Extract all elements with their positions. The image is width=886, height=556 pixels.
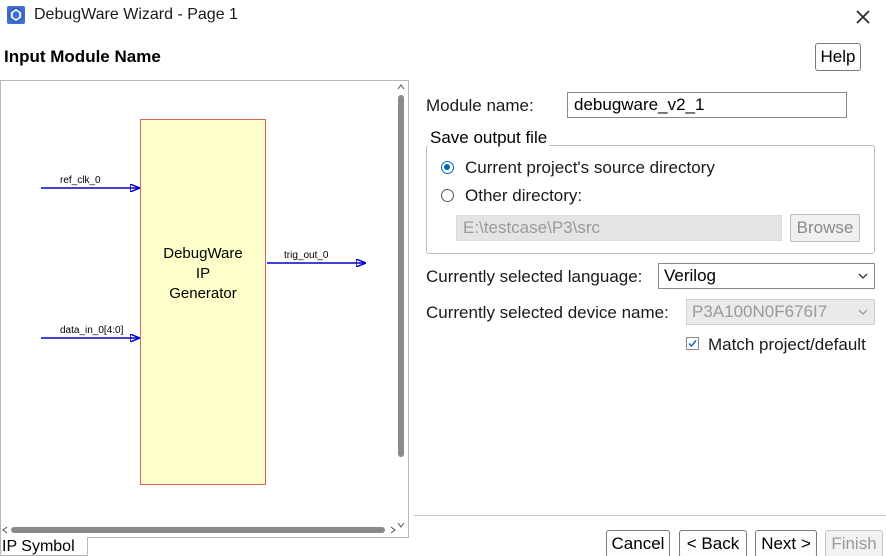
other-directory-input[interactable]: E:\testcase\P3\src xyxy=(456,215,782,241)
vertical-scrollbar[interactable] xyxy=(396,83,406,528)
scroll-right-icon[interactable] xyxy=(389,525,397,535)
radio-current-directory-label[interactable]: Current project's source directory xyxy=(465,158,715,178)
ip-generator-block: DebugWare IP Generator xyxy=(140,119,266,485)
device-value: P3A100N0F676I7 xyxy=(692,302,828,321)
chevron-down-icon xyxy=(858,273,868,279)
horizontal-scrollbar[interactable] xyxy=(1,525,397,535)
back-button[interactable]: < Back xyxy=(679,530,747,556)
next-button[interactable]: Next > xyxy=(755,530,817,556)
help-button[interactable]: Help xyxy=(815,43,861,71)
language-label: Currently selected language: xyxy=(426,267,643,286)
language-value: Verilog xyxy=(664,266,716,285)
finish-button[interactable]: Finish xyxy=(825,530,883,556)
checkmark-icon xyxy=(688,340,697,348)
footer-divider xyxy=(414,515,886,516)
ip-block-label: DebugWare IP Generator xyxy=(163,245,243,302)
tab-ip-symbol[interactable]: IP Symbol xyxy=(0,537,88,556)
cancel-button[interactable]: Cancel xyxy=(606,530,670,556)
port-label-ref-clk: ref_clk_0 xyxy=(60,175,101,186)
port-label-trig-out: trig_out_0 xyxy=(284,250,329,261)
language-select[interactable]: Verilog xyxy=(658,263,875,289)
chevron-down-icon xyxy=(858,309,868,315)
device-label: Currently selected device name: xyxy=(426,303,669,322)
save-output-title: Save output file xyxy=(428,128,550,148)
browse-button[interactable]: Browse xyxy=(790,214,860,242)
module-name-input[interactable]: debugware_v2_1 xyxy=(567,92,847,118)
debugware-app-icon xyxy=(7,6,25,24)
ip-symbol-panel: DebugWare IP Generator ref_clk_0 data_in… xyxy=(0,80,409,538)
match-project-label[interactable]: Match project/default xyxy=(708,335,866,355)
scroll-up-icon[interactable] xyxy=(396,83,406,91)
scroll-down-icon[interactable] xyxy=(396,521,406,529)
match-project-checkbox[interactable] xyxy=(686,337,699,350)
port-label-data-in: data_in_0[4:0] xyxy=(60,325,124,336)
radio-current-directory[interactable] xyxy=(441,161,454,174)
page-heading: Input Module Name xyxy=(4,47,161,66)
scroll-left-icon[interactable] xyxy=(1,525,9,535)
close-button[interactable] xyxy=(840,0,886,33)
device-select[interactable]: P3A100N0F676I7 xyxy=(686,299,875,325)
vertical-scroll-thumb[interactable] xyxy=(398,95,404,457)
window-title: DebugWare Wizard - Page 1 xyxy=(34,6,238,23)
page-header: Input Module Name xyxy=(0,35,886,79)
close-icon xyxy=(856,9,870,24)
horizontal-scroll-thumb[interactable] xyxy=(11,527,385,533)
radio-other-directory-label[interactable]: Other directory: xyxy=(465,186,582,206)
title-bar: DebugWare Wizard - Page 1 xyxy=(0,0,886,33)
radio-other-directory[interactable] xyxy=(441,189,454,202)
module-name-label: Module name: xyxy=(426,96,534,115)
